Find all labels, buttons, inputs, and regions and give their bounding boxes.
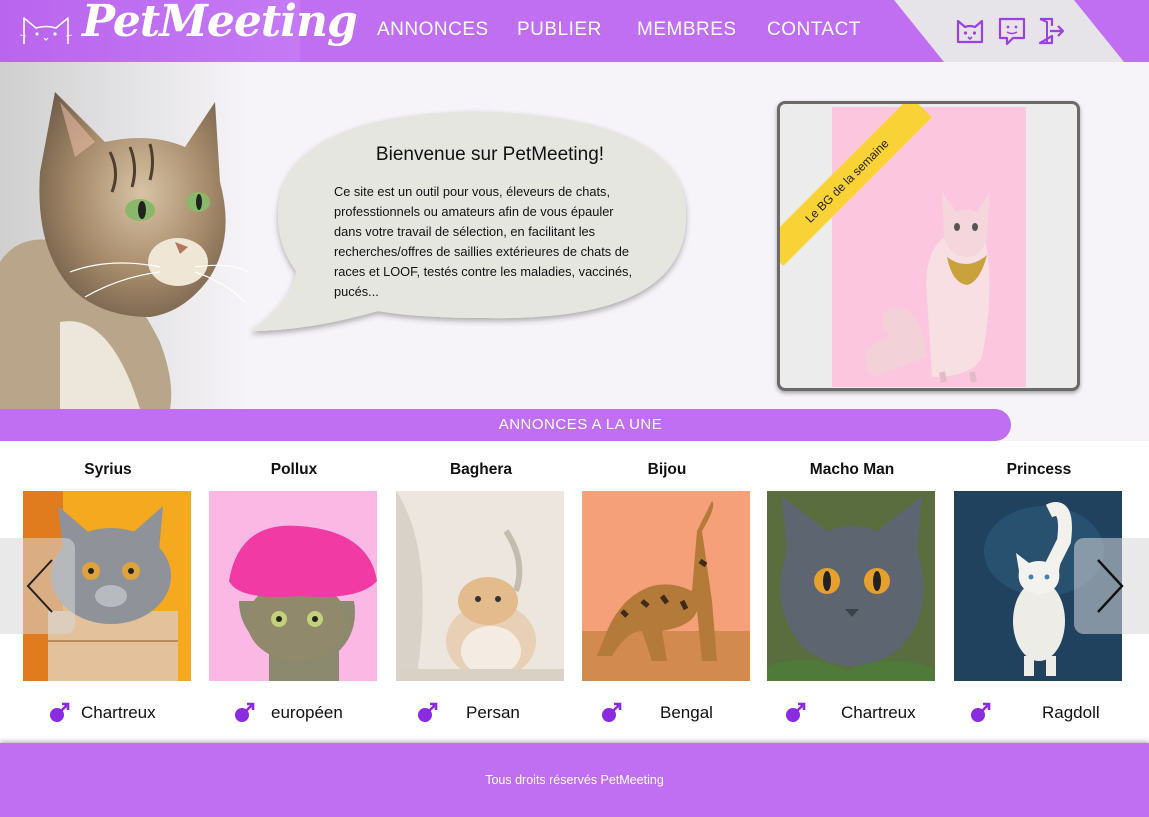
cat-photo	[396, 491, 564, 681]
site-header: PetMeeting ANNONCES PUBLIER MEMBRES CONT…	[0, 0, 1149, 62]
chevron-left-icon	[26, 559, 53, 613]
carousel-next-button[interactable]	[1074, 538, 1149, 634]
welcome-text: Ce site est un outil pour vous, éleveurs…	[334, 184, 633, 299]
welcome-title: Bienvenue sur PetMeeting!	[375, 144, 605, 165]
section-title: ANNONCES A LA UNE	[498, 416, 663, 433]
hero-cat-image	[0, 62, 250, 409]
cat-name: Baghera	[449, 461, 513, 478]
cat-breed: européen	[271, 703, 343, 722]
cat-name: Princess	[1006, 461, 1072, 478]
chat-icon[interactable]	[997, 16, 1027, 46]
cat-name: Syrius	[84, 461, 132, 478]
cat-face-logo-icon	[20, 17, 72, 44]
nav-membres[interactable]: MEMBRES	[637, 19, 737, 41]
male-icon	[418, 702, 438, 722]
cat-breed: Ragdoll	[1042, 703, 1100, 722]
logout-icon[interactable]	[1036, 16, 1066, 46]
site-footer: Tous droits réservés PetMeeting	[0, 743, 1149, 817]
male-icon	[602, 702, 622, 722]
male-icon	[50, 702, 70, 722]
cat-breed: Persan	[466, 703, 520, 722]
cat-breed: Bengal	[660, 703, 713, 722]
listing-card[interactable]: Baghera Persan	[396, 441, 566, 743]
male-icon	[786, 702, 806, 722]
cat-breed: Chartreux	[841, 703, 916, 722]
featured-listings-header: ANNONCES A LA UNE	[0, 409, 1011, 441]
logo[interactable]: PetMeeting	[0, 0, 358, 62]
carousel-prev-button[interactable]	[0, 538, 75, 634]
cat-photo	[767, 491, 935, 681]
listing-card[interactable]: Macho Man Chartreux	[767, 441, 937, 743]
cat-photo	[582, 491, 750, 681]
listings-carousel: Syrius Chartreux Pollux européen Baghera…	[0, 441, 1149, 743]
featured-cat-card[interactable]: Le BG de la semaine	[777, 101, 1080, 391]
listing-card[interactable]: Bijou Bengal	[582, 441, 752, 743]
nav-annonces[interactable]: ANNONCES	[377, 19, 489, 41]
nav-publier[interactable]: PUBLIER	[517, 19, 602, 41]
cat-photo	[209, 491, 377, 681]
cat-name: Pollux	[270, 461, 318, 478]
copyright-text: Tous droits réservés PetMeeting	[485, 773, 664, 787]
chevron-right-icon	[1097, 559, 1124, 613]
cat-profile-icon[interactable]	[955, 16, 985, 46]
brand-name: PetMeeting	[82, 0, 358, 47]
cat-name: Bijou	[647, 461, 687, 478]
nav-contact[interactable]: CONTACT	[767, 19, 861, 41]
cat-breed: Chartreux	[81, 703, 156, 722]
male-icon	[971, 702, 991, 722]
male-icon	[235, 702, 255, 722]
cat-name: Macho Man	[809, 461, 895, 478]
listing-card[interactable]: Pollux européen	[209, 441, 379, 743]
